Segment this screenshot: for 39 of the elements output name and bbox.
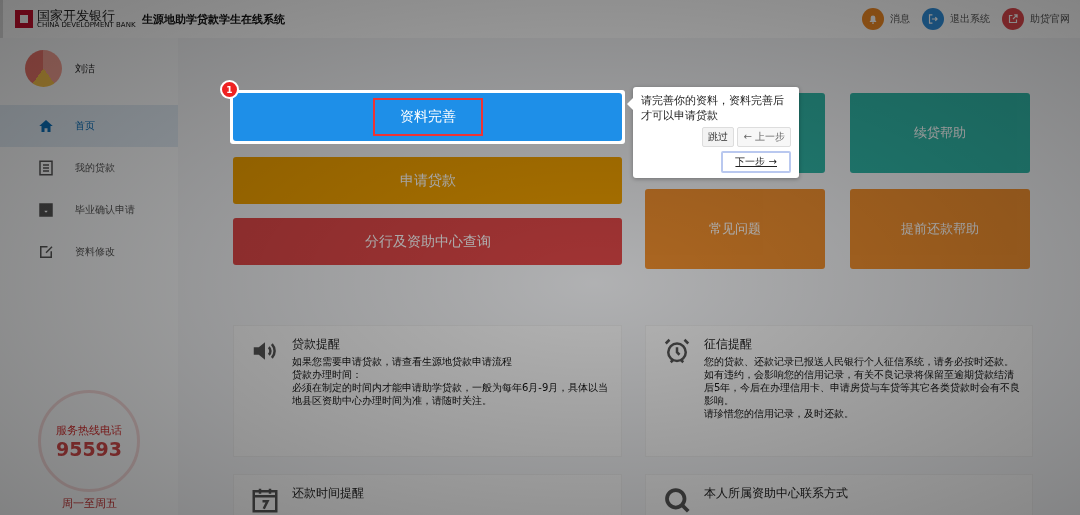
avatar <box>25 50 62 87</box>
alarm-clock-icon <box>662 336 692 366</box>
bank-name: 国家开发银行 <box>37 9 116 22</box>
nav-item[interactable]: 毕业确认申请 <box>0 189 178 231</box>
system-title: 生源地助学贷款学生在线系统 <box>141 11 285 27</box>
notice-title: 征信提醒 <box>704 336 753 353</box>
service-hours: 周一至周五 <box>61 496 117 511</box>
step-badge: 1 <box>220 80 239 99</box>
menu-tile[interactable]: 常见问题 <box>645 189 825 269</box>
tour-message: 请完善你的资料，资料完善后才可以申请贷款 <box>641 93 785 123</box>
notice-text: 贷款办理时间： <box>292 368 363 381</box>
search-icon <box>662 485 692 515</box>
tray-icon <box>37 201 55 219</box>
hotline-label: 服务热线电话 <box>56 422 122 438</box>
header-link[interactable]: 消息 <box>890 12 910 26</box>
menu-tile[interactable]: 提前还款帮助 <box>850 189 1030 269</box>
menu-tile[interactable]: 资料完善 <box>233 93 622 141</box>
notice-text: 必须在制定的时间内才能申请助学贷款，一般为每年6月-9月，具体以当地县区资助中心办理时间为准，请随时关注。 <box>292 381 610 407</box>
user-name: 刘洁 <box>75 61 95 76</box>
notice-text: 您的贷款、还款记录已报送人民银行个人征信系统，请务必按时还款。如有违约，会影响您的信用记录，有关不良记录将保留至逾期贷款结清后5年，今后在办理信用卡、申请房贷与车贷等其它各类贷款时会有不良影响。 <box>704 355 1022 407</box>
notice-title: 贷款提醒 <box>292 336 341 353</box>
nav-item[interactable]: 首页 <box>0 105 178 147</box>
hotline-number: 95593 <box>55 437 123 460</box>
notice-text: 请珍惜您的信用记录，及时还款。 <box>704 407 855 420</box>
menu-tile[interactable]: 续贷帮助 <box>850 93 1030 173</box>
edit-icon <box>37 243 55 261</box>
menu-tile[interactable]: 分行及资助中心查询 <box>233 218 622 265</box>
header-link[interactable]: 助贷官网 <box>1030 12 1070 26</box>
header-link[interactable]: 退出系统 <box>950 12 990 26</box>
notice-text: 如果您需要申请贷款，请查看生源地贷款申请流程 <box>292 355 513 368</box>
notice-title: 还款时间提醒 <box>292 485 365 502</box>
logo-icon <box>15 10 33 28</box>
skip-button[interactable]: 跳过 <box>702 127 735 147</box>
next-button[interactable]: 下一步 → <box>721 151 791 173</box>
nav-item[interactable]: 我的贷款 <box>0 147 178 189</box>
nav-item[interactable]: 资料修改 <box>0 231 178 273</box>
notice-title: 本人所属资助中心联系方式 <box>704 485 849 502</box>
home-icon <box>37 117 55 135</box>
document-icon <box>37 159 55 177</box>
